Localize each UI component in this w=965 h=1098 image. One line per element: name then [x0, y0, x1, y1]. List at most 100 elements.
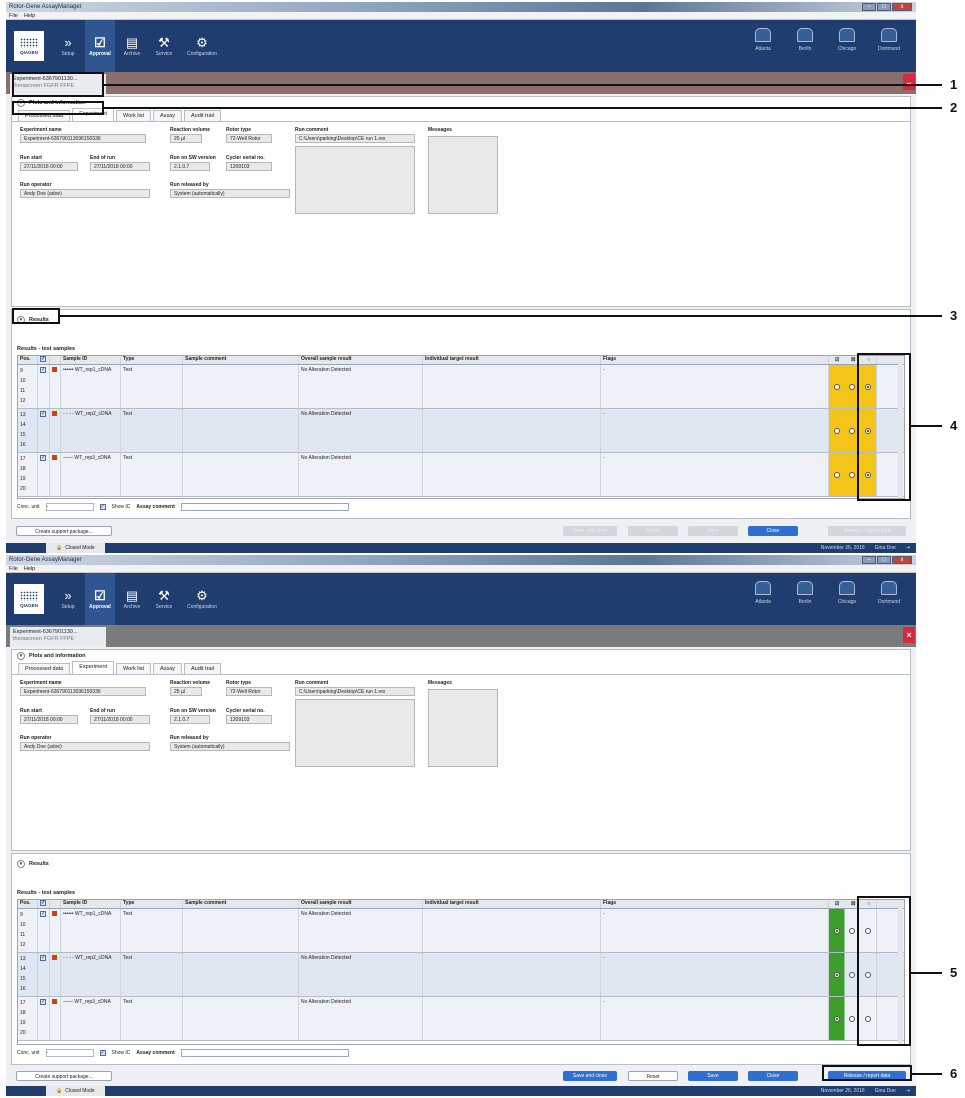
- nav-service[interactable]: ⚒ Service: [149, 20, 179, 72]
- show-ic-checkbox[interactable]: ✓: [99, 1050, 106, 1056]
- tab-work-list[interactable]: Work list: [116, 663, 152, 674]
- reject-radio[interactable]: [849, 971, 856, 978]
- accept-radio[interactable]: [833, 927, 840, 934]
- save-and-close-button[interactable]: Save and close: [563, 1071, 617, 1081]
- reset-button[interactable]: Reset: [628, 526, 678, 536]
- close-experiment-icon[interactable]: ×: [903, 627, 915, 643]
- close-button[interactable]: Close: [748, 526, 798, 536]
- logout-icon[interactable]: ⇥: [906, 1088, 910, 1094]
- create-support-package-button[interactable]: Create support package...: [16, 1071, 112, 1081]
- cycler-berlin[interactable]: Berlin: [790, 581, 820, 605]
- cycler-chicago[interactable]: Chicago: [832, 28, 862, 52]
- nav-approval[interactable]: ☑ Approval: [85, 20, 115, 72]
- table-row[interactable]: 13 14 15 16 ✓ - - - - WT_rep2_cDNA Test No …: [18, 953, 904, 997]
- service-icon: ⚒: [158, 588, 170, 603]
- accept-radio[interactable]: [833, 383, 840, 390]
- select-all-checkbox[interactable]: ✓: [40, 900, 46, 906]
- configuration-icon: ⚙: [196, 588, 208, 603]
- maximize-button[interactable]: □: [877, 556, 891, 564]
- reset-button[interactable]: Reset: [628, 1071, 678, 1081]
- show-ic-checkbox[interactable]: ✓: [99, 504, 106, 510]
- minimize-button[interactable]: –: [862, 556, 876, 564]
- table-row[interactable]: 13 14 15 16 ✓ - - - - WT_rep2_cDNA Test No …: [18, 409, 904, 453]
- accept-radio[interactable]: [833, 427, 840, 434]
- lock-icon: 🔒: [56, 1088, 63, 1094]
- maximize-button[interactable]: □: [877, 3, 891, 11]
- tab-assay[interactable]: Assay: [153, 663, 183, 674]
- row-checkbox[interactable]: ✓: [40, 999, 46, 1005]
- select-all-checkbox[interactable]: ✓: [40, 356, 46, 362]
- released-by-field: Run released by System (automatically): [170, 182, 290, 198]
- cycler-dortmund[interactable]: Dortmund: [874, 581, 904, 605]
- results-section-header[interactable]: ▾ Results: [12, 858, 910, 870]
- status-bar: 🔒 Closed Mode November 26, 2018 Gina Doe ⇥: [6, 1086, 916, 1096]
- cycler-atlanta[interactable]: Atlanta: [748, 28, 778, 52]
- conc-unit-select[interactable]: -: [45, 1049, 94, 1057]
- table-row[interactable]: 17 18 19 20 ✓ —— WT_rep3_cDNA Test No Alter…: [18, 997, 904, 1041]
- menu-help[interactable]: Help: [24, 13, 35, 19]
- release-report-button[interactable]: Release / report data: [828, 526, 906, 536]
- nav-configuration[interactable]: ⚙ Configuration: [181, 20, 223, 72]
- closed-mode-indicator: 🔒 Closed Mode: [46, 1086, 105, 1096]
- conc-unit-select[interactable]: -: [45, 503, 94, 511]
- nav-service[interactable]: ⚒ Service: [149, 573, 179, 625]
- menu-file[interactable]: File: [9, 566, 18, 572]
- accept-radio[interactable]: [833, 471, 840, 478]
- assay-comment-input[interactable]: [180, 503, 349, 511]
- tab-processed-data[interactable]: Processed data: [18, 663, 71, 674]
- window-close-button[interactable]: x: [892, 556, 912, 564]
- tab-audit-trail[interactable]: Audit trail: [184, 663, 221, 674]
- cycler-dortmund[interactable]: Dortmund: [874, 28, 904, 52]
- cycler-chicago[interactable]: Chicago: [832, 581, 862, 605]
- reject-radio[interactable]: [849, 927, 856, 934]
- tab-audit-trail[interactable]: Audit trail: [184, 110, 221, 121]
- create-support-package-button[interactable]: Create support package...: [16, 526, 112, 536]
- tab-work-list[interactable]: Work list: [116, 110, 152, 121]
- reject-radio[interactable]: [849, 383, 856, 390]
- tab-experiment[interactable]: Experiment: [72, 661, 115, 674]
- save-button[interactable]: Save: [688, 526, 738, 536]
- experiment-tab[interactable]: Experiment-6367901130... therascreen FGF…: [10, 627, 106, 647]
- plots-panel: ▾ Plots and information Processed data Ex…: [11, 649, 911, 851]
- minimize-button[interactable]: –: [862, 3, 876, 11]
- main-toolbar: QIAGEN » Setup ☑ Approval ▤ Archive ⚒ Servic…: [6, 573, 916, 625]
- assay-comment-input[interactable]: [180, 1049, 349, 1057]
- nav-setup[interactable]: » Setup: [53, 20, 83, 72]
- close-button[interactable]: Close: [748, 1071, 798, 1081]
- row-checkbox[interactable]: ✓: [40, 455, 46, 461]
- table-row[interactable]: 17 18 19 20 ✓ —— WT_rep3_cDNA Test No Alter…: [18, 453, 904, 497]
- plots-section-header[interactable]: ▾ Plots and information: [12, 650, 910, 662]
- accept-radio[interactable]: [833, 971, 840, 978]
- window-title: Rotor-Gene AssayManager: [9, 557, 82, 563]
- nav-archive[interactable]: ▤ Archive: [117, 20, 147, 72]
- logout-icon[interactable]: ⇥: [906, 545, 910, 551]
- row-checkbox[interactable]: ✓: [40, 955, 46, 961]
- row-checkbox[interactable]: ✓: [40, 411, 46, 417]
- window-close-button[interactable]: x: [892, 3, 912, 11]
- tab-assay[interactable]: Assay: [153, 110, 183, 121]
- nav-configuration[interactable]: ⚙ Configuration: [181, 573, 223, 625]
- menu-help[interactable]: Help: [24, 566, 35, 572]
- nav-setup[interactable]: » Setup: [53, 573, 83, 625]
- service-icon: ⚒: [158, 35, 170, 50]
- accept-radio[interactable]: [833, 1015, 840, 1022]
- reject-radio[interactable]: [849, 427, 856, 434]
- reject-radio[interactable]: [849, 1015, 856, 1022]
- close-experiment-icon[interactable]: ⌄: [903, 74, 915, 90]
- cycler-atlanta[interactable]: Atlanta: [748, 581, 778, 605]
- menu-bar: File Help: [6, 12, 916, 20]
- reject-radio[interactable]: [849, 471, 856, 478]
- table-row[interactable]: 9 10 11 12 ✓ •••••• WT_rep1_cDNA Test No Al…: [18, 365, 904, 409]
- results-title: Results - test samples: [17, 346, 76, 352]
- row-checkbox[interactable]: ✓: [40, 911, 46, 917]
- qiagen-logo: QIAGEN: [14, 584, 44, 614]
- menu-file[interactable]: File: [9, 13, 18, 19]
- row-checkbox[interactable]: ✓: [40, 367, 46, 373]
- cycler-berlin[interactable]: Berlin: [790, 28, 820, 52]
- save-and-close-button[interactable]: Save and close: [563, 526, 617, 536]
- table-row[interactable]: 9 10 11 12 ✓ •••••• WT_rep1_cDNA Test No Al…: [18, 909, 904, 953]
- nav-approval[interactable]: ☑ Approval: [85, 573, 115, 625]
- nav-archive[interactable]: ▤ Archive: [117, 573, 147, 625]
- cycler-icon: [797, 28, 813, 42]
- save-button[interactable]: Save: [688, 1071, 738, 1081]
